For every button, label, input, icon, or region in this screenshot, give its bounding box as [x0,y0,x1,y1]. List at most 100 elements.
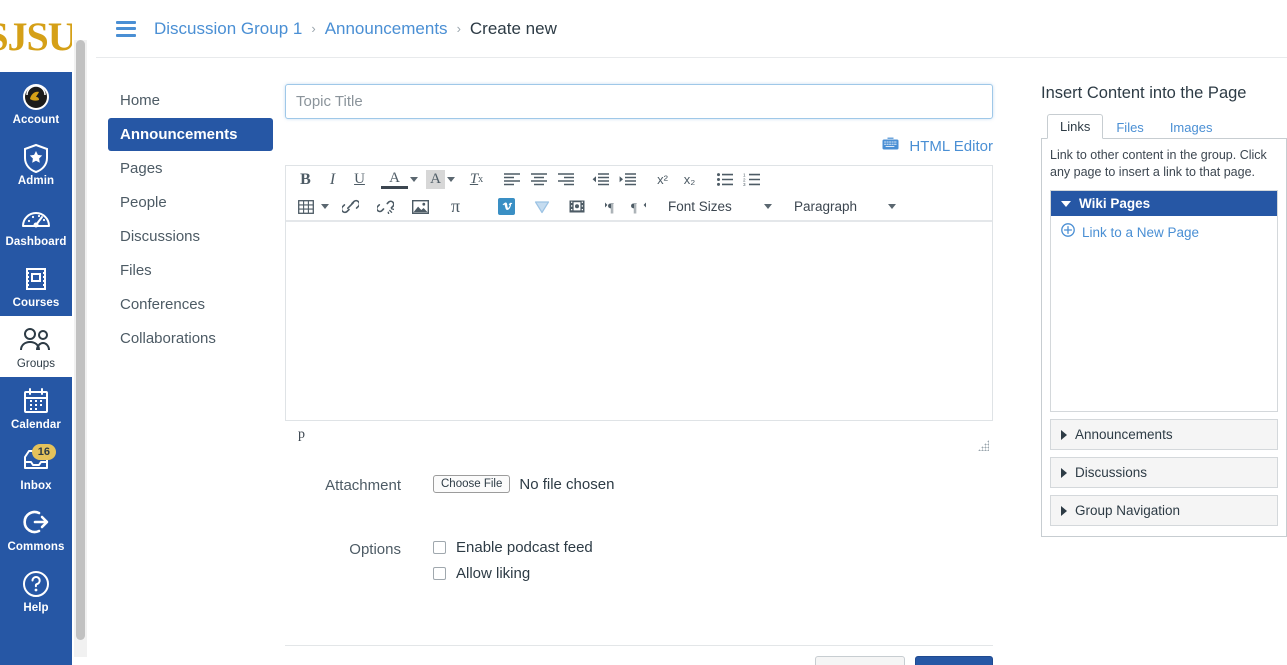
underline-icon[interactable]: U [346,167,373,192]
global-nav-item-help[interactable]: Help [0,560,72,621]
question-circle-icon [2,570,70,600]
option-allow-liking[interactable]: Allow liking [433,565,993,582]
vimeo-icon[interactable] [493,194,520,219]
editor-status-bar: p [285,421,993,453]
panel-title: Insert Content into the Page [1041,84,1287,103]
breadcrumb-separator: › [311,21,315,36]
course-nav-item-pages[interactable]: Pages [108,152,273,185]
accordion-label: Discussions [1075,465,1147,480]
global-nav-label: Calendar [2,419,70,431]
tab-links[interactable]: Links [1047,114,1103,139]
bullet-list-icon[interactable] [711,167,738,192]
font-sizes-label: Font Sizes [668,199,732,214]
panel-body: Link to other content in the group. Clic… [1041,139,1287,537]
chevron-v-icon[interactable] [528,194,555,219]
align-right-icon[interactable] [552,167,579,192]
editor-resize-handle[interactable] [978,440,989,451]
options-label: Options [285,539,433,561]
course-nav-item-home[interactable]: Home [108,84,273,117]
accordion-label: Group Navigation [1075,503,1180,518]
clear-formatting-icon[interactable]: Tx [463,167,490,192]
breadcrumb-item-group[interactable]: Discussion Group 1 [154,19,302,39]
save-button[interactable]: Save [915,656,993,665]
option-enable-podcast-feed[interactable]: Enable podcast feed [433,539,993,556]
html-editor-link[interactable]: HTML Editor [909,138,993,155]
allow-liking-checkbox[interactable] [433,567,446,580]
enable-podcast-feed-label[interactable]: Enable podcast feed [456,539,593,556]
page-scrollbar[interactable] [74,40,87,657]
accordion-announcements[interactable]: Announcements [1050,419,1278,450]
paragraph-chevron-down-icon[interactable] [888,204,896,209]
global-nav-item-groups[interactable]: Groups [0,316,72,377]
table-chevron-down-icon[interactable] [321,204,329,209]
course-nav-item-collaborations[interactable]: Collaborations [108,322,273,355]
align-left-icon[interactable] [498,167,525,192]
accordion-discussions[interactable]: Discussions [1050,457,1278,488]
link-to-new-page[interactable]: Link to a New Page [1082,225,1199,240]
tab-images[interactable]: Images [1157,115,1226,139]
insert-link-icon[interactable] [337,194,364,219]
expand-triangle-right-icon [1061,468,1067,478]
math-equation-icon[interactable]: π [442,194,469,219]
breadcrumb: Discussion Group 1 › Announcements › Cre… [96,0,1287,58]
topic-title-input[interactable] [285,84,993,119]
global-nav-item-calendar[interactable]: Calendar [0,377,72,438]
italic-icon[interactable]: I [319,167,346,192]
numbered-list-icon[interactable]: 1 2 3 [738,167,765,192]
global-nav-item-admin[interactable]: Admin [0,133,72,194]
course-nav-item-discussions[interactable]: Discussions [108,220,273,253]
cancel-button[interactable]: Cancel [815,656,905,665]
font-sizes-chevron-down-icon[interactable] [764,204,772,209]
breadcrumb-separator: › [457,21,461,36]
choose-file-button[interactable]: Choose File [433,475,510,493]
wiki-pages-group-header[interactable]: Wiki Pages [1051,191,1277,216]
highlight-color-chevron-down-icon[interactable] [447,177,455,182]
highlight-color-icon[interactable]: A [426,170,445,189]
tab-files[interactable]: Files [1103,115,1156,139]
enable-podcast-feed-checkbox[interactable] [433,541,446,554]
align-center-icon[interactable] [525,167,552,192]
course-nav-item-conferences[interactable]: Conferences [108,288,273,321]
options-control: Enable podcast feed Allow liking [433,539,993,582]
logo-text: SJSU [0,13,72,60]
global-nav-item-courses[interactable]: Courses [0,255,72,316]
rtl-direction-icon[interactable]: ¶ [625,194,652,219]
expand-triangle-right-icon [1061,506,1067,516]
global-nav-label: Courses [2,297,70,309]
text-color-chevron-down-icon[interactable] [410,177,418,182]
new-page-row[interactable]: Link to a New Page [1051,216,1277,242]
groups-people-icon [2,326,70,356]
course-nav-item-announcements[interactable]: Announcements [108,118,273,151]
insert-image-icon[interactable] [407,194,434,219]
panel-tabs: Links Files Images [1041,115,1287,139]
bold-icon[interactable]: B [292,167,319,192]
global-nav-item-commons[interactable]: Commons [0,499,72,560]
text-color-icon[interactable]: A [381,170,408,189]
editor-content-area[interactable] [286,221,992,420]
breadcrumb-item-announcements[interactable]: Announcements [325,19,448,39]
accordion-group-navigation[interactable]: Group Navigation [1050,495,1278,526]
keyboard-icon [882,137,899,155]
course-nav-item-people[interactable]: People [108,186,273,219]
media-record-icon[interactable] [563,194,590,219]
subscript-icon[interactable]: x₂ [676,167,703,192]
rich-content-editor: B I U A A Tx [285,165,993,421]
allow-liking-label[interactable]: Allow liking [456,565,530,582]
file-input[interactable]: Choose File No file chosen [433,475,993,493]
paragraph-style-select[interactable]: Paragraph [786,195,902,219]
course-nav-item-files[interactable]: Files [108,254,273,287]
global-nav-item-account[interactable]: Account [0,72,72,133]
table-icon[interactable] [292,194,319,219]
indent-icon[interactable] [614,167,641,192]
superscript-icon[interactable]: x² [649,167,676,192]
ltr-direction-icon[interactable]: ¶ [598,194,625,219]
hamburger-menu-icon[interactable] [116,21,136,37]
global-nav-label: Groups [2,358,70,370]
global-nav-item-dashboard[interactable]: Dashboard [0,194,72,255]
font-sizes-select[interactable]: Font Sizes [660,195,778,219]
global-nav-item-inbox[interactable]: 16 Inbox [0,438,72,499]
clear-formatting-glyph: T [470,171,478,188]
outdent-icon[interactable] [587,167,614,192]
unlink-icon[interactable] [372,194,399,219]
page-scrollbar-thumb[interactable] [76,40,85,640]
